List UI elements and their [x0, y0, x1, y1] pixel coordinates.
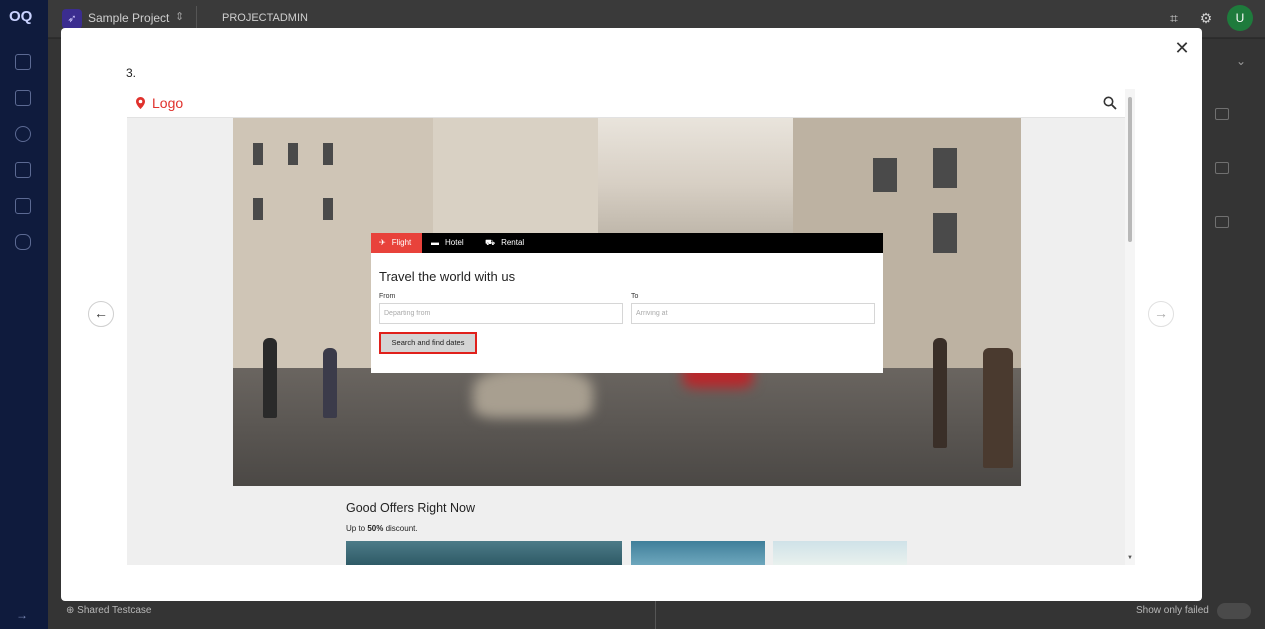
project-switch-icon[interactable]: ⇕: [175, 10, 184, 23]
shared-testcase-label[interactable]: ⊕ Shared Testcase: [66, 605, 151, 616]
avatar[interactable]: U: [1227, 5, 1253, 31]
app-logo: OQ: [9, 8, 33, 25]
chevron-down-icon[interactable]: ⌄: [1236, 54, 1246, 68]
tab-rental-label: Rental: [501, 238, 525, 247]
tab-rental[interactable]: ⛟ Rental: [485, 233, 535, 253]
offers-sub-discount: 50%: [367, 524, 384, 533]
window: [288, 143, 298, 165]
window: [323, 198, 333, 220]
window: [253, 198, 263, 220]
search-dates-button[interactable]: Search and find dates: [379, 332, 477, 354]
booking-widget: ✈ Flight ▬ Hotel ⛟ Rental Travel the world …: [371, 233, 883, 373]
window: [873, 158, 897, 192]
pedestrian: [263, 338, 277, 418]
window: [933, 213, 957, 253]
close-button[interactable]: ✕: [1173, 39, 1191, 57]
app-sidebar: OQ →: [0, 0, 48, 629]
plane-icon: ✈: [379, 238, 386, 247]
site-header: Logo: [127, 89, 1125, 118]
scrollbar-thumb[interactable]: [1128, 97, 1132, 242]
role-label: PROJECTADMIN: [222, 12, 308, 24]
database-icon[interactable]: [15, 234, 31, 250]
tab-hotel-label: Hotel: [445, 238, 464, 247]
offers-title: Good Offers Right Now: [346, 501, 475, 515]
search-icon[interactable]: [1103, 96, 1117, 110]
previous-step-button[interactable]: ←: [88, 301, 114, 327]
screenshot-preview-modal: ✕ 3. ← → Logo ✈ Flight ▬ Hotel ⛟ Rental …: [61, 28, 1202, 601]
offer-card[interactable]: [631, 541, 765, 565]
project-rocket-icon: ➶: [62, 9, 82, 29]
arriving-at-input[interactable]: [631, 303, 875, 324]
image-icon[interactable]: [1215, 162, 1229, 174]
offer-card[interactable]: [773, 541, 907, 565]
tab-flight[interactable]: ✈ Flight: [371, 233, 422, 253]
image-icon[interactable]: [1215, 108, 1229, 120]
panel-divider: [655, 600, 656, 629]
booking-tabs: ✈ Flight ▬ Hotel ⛟ Rental: [371, 233, 883, 253]
reports-icon[interactable]: [15, 162, 31, 178]
car-icon: ⛟: [485, 238, 496, 247]
site-logo[interactable]: Logo: [152, 95, 183, 111]
step-screenshot: Logo ✈ Flight ▬ Hotel ⛟ Rental Travel th…: [127, 89, 1135, 565]
bed-icon: ▬: [431, 238, 439, 247]
project-name[interactable]: Sample Project: [88, 11, 169, 25]
pedestrian: [983, 348, 1013, 468]
pedestrian: [323, 348, 337, 418]
step-number: 3.: [126, 66, 137, 80]
offer-card[interactable]: [346, 541, 622, 565]
dashboard-icon[interactable]: [15, 54, 31, 70]
hero-image: ✈ Flight ▬ Hotel ⛟ Rental Travel the world …: [233, 118, 1021, 486]
shared-testcase-text: Shared Testcase: [77, 605, 152, 616]
image-icon[interactable]: [1215, 216, 1229, 228]
car: [473, 368, 593, 418]
offers-sub-suffix: discount.: [383, 524, 418, 533]
departing-from-input[interactable]: [379, 303, 623, 324]
tab-hotel[interactable]: ▬ Hotel: [431, 233, 481, 253]
to-label: To: [631, 293, 639, 300]
tag-icon[interactable]: ⌗: [1166, 10, 1182, 26]
scroll-down-arrow[interactable]: ▼: [1127, 555, 1133, 561]
screenshot-scrollbar[interactable]: ▼: [1125, 89, 1135, 565]
pedestrian: [933, 338, 947, 448]
show-only-failed-label: Show only failed: [1136, 605, 1209, 616]
offers-sub-prefix: Up to: [346, 524, 368, 533]
window: [323, 143, 333, 165]
next-step-button[interactable]: →: [1148, 301, 1174, 327]
map-pin-icon: [136, 97, 145, 109]
window: [253, 143, 263, 165]
show-only-failed-toggle[interactable]: [1217, 603, 1251, 619]
workflow-icon[interactable]: [15, 126, 31, 142]
testcase-icon[interactable]: [15, 90, 31, 106]
from-label: From: [379, 293, 396, 300]
street: [233, 368, 1021, 486]
tab-flight-label: Flight: [391, 238, 412, 247]
window: [933, 148, 957, 188]
widget-title: Travel the world with us: [379, 269, 516, 284]
offers-subtitle: Up to 50% discount.: [346, 524, 418, 533]
variables-icon[interactable]: [15, 198, 31, 214]
expand-sidebar-icon[interactable]: →: [16, 608, 28, 622]
gear-icon[interactable]: ⚙: [1198, 10, 1214, 26]
